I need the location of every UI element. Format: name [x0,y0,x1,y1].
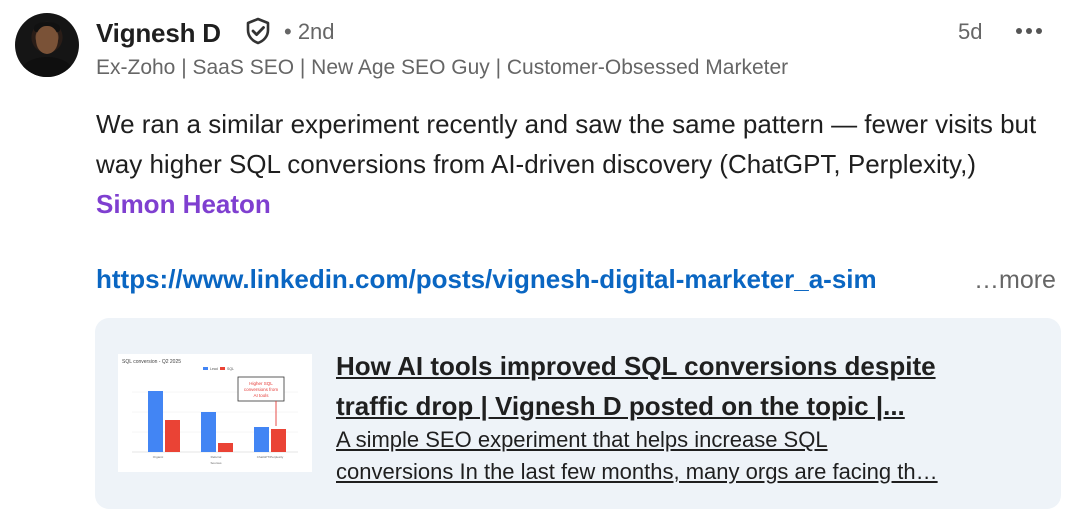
post-text: We ran a similar experiment recently and… [96,109,1037,179]
post-body: We ran a similar experiment recently and… [96,104,1056,224]
author-name[interactable]: Vignesh D [96,18,221,49]
thumb-annotation-line1: Higher SQL [249,381,273,386]
dot [1016,28,1022,34]
thumbnail-chart-title: SQL conversion - Q2 2025 [122,359,181,365]
legend-swatch-sql [220,367,225,370]
mention-link[interactable]: Simon Heaton [96,189,271,219]
shield-check-icon [246,17,270,45]
preview-thumbnail[interactable]: SQL conversion - Q2 2025 Lead SQL Higher… [118,354,312,472]
thumb-x-label: Sources [210,461,222,465]
avatar-face [36,26,58,54]
preview-title[interactable]: How AI tools improved SQL conversions de… [336,346,1016,426]
link-preview-card[interactable]: SQL conversion - Q2 2025 Lead SQL Higher… [95,318,1061,509]
preview-title-line2: traffic drop | Vignesh D posted on the t… [336,391,905,421]
preview-desc-line1: A simple SEO experiment that helps incre… [336,427,828,452]
thumb-cat-organic: Organic [153,455,164,459]
thumb-bar-ai-lead [254,427,269,452]
dot [1036,28,1042,34]
legend-swatch-lead [203,367,208,370]
post-url-link[interactable]: https://www.linkedin.com/posts/vignesh-d… [96,264,956,295]
author-avatar[interactable] [15,13,79,77]
thumb-bar-referral-sql [218,443,233,452]
author-headline: Ex-Zoho | SaaS SEO | New Age SEO Guy | C… [96,56,789,79]
legend-sql: SQL [227,367,234,371]
thumb-cat-ai: ChatGPT/Perplexity [257,455,284,459]
see-more-button[interactable]: …more [974,266,1056,295]
preview-title-line1: How AI tools improved SQL conversions de… [336,351,936,381]
avatar-shirt [21,57,73,77]
thumb-bar-organic-lead [148,391,163,452]
dot [1026,28,1032,34]
legend-lead: Lead [210,367,218,371]
preview-desc-line2: conversions In the last few months, many… [336,459,938,484]
thumb-annotation-line2: conversions from [244,387,279,392]
preview-description[interactable]: A simple SEO experiment that helps incre… [336,424,1036,488]
more-horizontal-icon[interactable] [1010,14,1048,48]
post-timestamp: 5d [958,19,983,44]
thumb-annotation-line3: AI tools [253,393,269,398]
thumb-bar-organic-sql [165,420,180,452]
thumb-bar-referral-lead [201,412,216,452]
thumb-bar-ai-sql [271,429,286,452]
connection-degree: • 2nd [284,19,335,44]
thumb-cat-referral: Referral [211,455,222,459]
